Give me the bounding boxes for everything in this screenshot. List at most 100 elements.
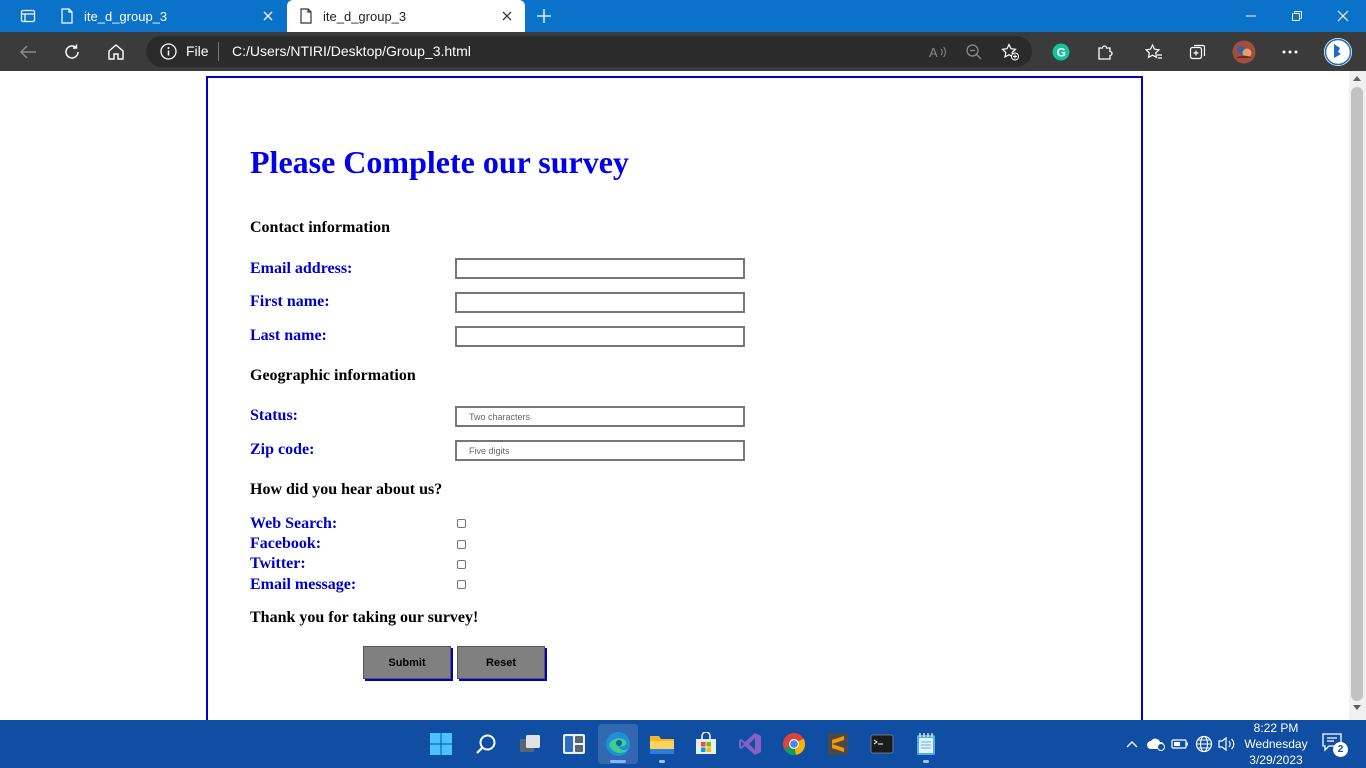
vertical-scrollbar[interactable] <box>1349 71 1366 720</box>
sublime-text-icon <box>828 733 848 755</box>
web-search-label: Web Search: <box>250 515 338 532</box>
favorites-icon <box>1145 43 1162 59</box>
page-title: Please Complete our survey <box>250 144 629 180</box>
network-tray-button[interactable] <box>1194 734 1214 754</box>
first-name-field[interactable] <box>455 292 745 313</box>
scroll-up-icon[interactable] <box>1353 75 1361 81</box>
search-button[interactable] <box>466 724 506 764</box>
info-icon[interactable] <box>160 43 177 60</box>
back-button[interactable] <box>12 36 44 68</box>
notepad-icon <box>917 733 935 755</box>
submit-button[interactable]: Submit <box>363 646 451 679</box>
speaker-icon <box>1218 736 1235 752</box>
grammarly-icon: G <box>1052 43 1070 61</box>
contact-section-heading: Contact information <box>250 219 390 236</box>
extensions-button[interactable] <box>1089 36 1121 68</box>
battery-tray-button[interactable] <box>1170 734 1190 754</box>
zip-code-field[interactable] <box>455 440 745 461</box>
cloud-icon <box>1147 738 1165 751</box>
restore-button[interactable] <box>1274 0 1320 32</box>
settings-more-button[interactable] <box>1274 36 1306 68</box>
address-bar[interactable]: File C:/Users/NTIRI/Desktop/Group_3.html… <box>146 36 1032 67</box>
widgets-button[interactable] <box>554 724 594 764</box>
status-label: Status: <box>250 407 299 424</box>
restore-icon <box>1292 11 1302 21</box>
last-name-field[interactable] <box>455 326 745 347</box>
profile-button[interactable] <box>1228 36 1260 68</box>
new-tab-button[interactable] <box>530 2 558 30</box>
email-label: Email address: <box>250 260 353 277</box>
close-tab-icon[interactable] <box>254 2 282 30</box>
clock-day: Wednesday <box>1244 737 1308 751</box>
show-hidden-icons-button[interactable] <box>1122 734 1142 754</box>
scrollbar-thumb[interactable] <box>1351 87 1363 701</box>
start-button[interactable] <box>421 724 461 764</box>
tab-ite-d-group-3-active[interactable]: ite_d_group_3 <box>287 0 525 32</box>
collections-button[interactable] <box>1182 36 1214 68</box>
close-window-button[interactable] <box>1320 0 1366 32</box>
chrome-button[interactable] <box>774 724 814 764</box>
chrome-icon <box>783 733 806 756</box>
tab-ite-d-group-3-inactive[interactable]: ite_d_group_3 <box>48 0 286 32</box>
microsoft-store-button[interactable] <box>686 724 726 764</box>
favorites-button[interactable] <box>1138 36 1170 68</box>
clock-date: 3/29/2023 <box>1249 753 1303 767</box>
running-indicator <box>659 760 665 763</box>
chevron-up-icon <box>1126 741 1138 748</box>
email-message-checkbox[interactable] <box>457 580 466 589</box>
terminal-button[interactable] <box>862 724 902 764</box>
twitter-checkbox[interactable] <box>457 560 466 569</box>
survey-form: Please Complete our survey Contact infor… <box>206 76 1143 720</box>
scroll-down-icon[interactable] <box>1353 705 1361 711</box>
arrow-left-icon <box>19 45 36 59</box>
home-button[interactable] <box>100 36 132 68</box>
more-icon <box>1282 50 1298 54</box>
email-field[interactable] <box>455 258 745 279</box>
geographic-section-heading: Geographic information <box>250 367 416 384</box>
tab-actions-button[interactable] <box>8 0 48 32</box>
edge-taskbar-button[interactable] <box>598 724 638 764</box>
email-message-label: Email message: <box>250 576 357 593</box>
add-favorite-icon[interactable] <box>998 40 1022 64</box>
store-icon <box>696 732 716 754</box>
refresh-button[interactable] <box>56 36 88 68</box>
collections-icon <box>1189 44 1206 60</box>
browser-toolbar: File C:/Users/NTIRI/Desktop/Group_3.html… <box>0 32 1366 71</box>
zoom-out-icon[interactable] <box>962 40 986 64</box>
terminal-icon <box>870 734 894 754</box>
home-icon <box>108 44 124 60</box>
plus-icon <box>537 9 551 23</box>
windows-logo-icon <box>430 733 452 755</box>
status-field[interactable] <box>455 406 745 427</box>
grammarly-extension-button[interactable]: G <box>1045 36 1077 68</box>
address-separator <box>218 42 219 61</box>
bing-icon <box>1324 38 1352 66</box>
web-search-checkbox[interactable] <box>457 519 466 528</box>
facebook-checkbox[interactable] <box>457 540 466 549</box>
minimize-icon <box>1246 15 1256 17</box>
sublime-text-button[interactable] <box>818 724 858 764</box>
twitter-label: Twitter: <box>250 555 306 572</box>
visual-studio-button[interactable] <box>730 724 770 764</box>
facebook-label: Facebook: <box>250 535 322 552</box>
url-text[interactable]: C:/Users/NTIRI/Desktop/Group_3.html <box>232 43 471 59</box>
notepad-button[interactable] <box>906 724 946 764</box>
bing-copilot-button[interactable] <box>1322 36 1354 68</box>
volume-tray-button[interactable] <box>1217 734 1237 754</box>
puzzle-icon <box>1098 45 1113 60</box>
close-tab-icon[interactable] <box>493 2 521 30</box>
task-view-button[interactable] <box>510 724 550 764</box>
scheme-label: File <box>186 43 209 59</box>
visual-studio-icon <box>739 733 761 755</box>
page-viewport: Please Complete our survey Contact infor… <box>0 71 1349 720</box>
system-clock[interactable]: 8:22 PM Wednesday 3/29/2023 <box>1240 720 1312 768</box>
read-aloud-icon[interactable]: A <box>926 40 950 64</box>
svg-text:A: A <box>929 45 938 60</box>
edge-icon <box>606 732 630 756</box>
minimize-button[interactable] <box>1228 0 1274 32</box>
onedrive-tray-button[interactable] <box>1146 734 1166 754</box>
folder-icon <box>650 736 674 754</box>
reset-button[interactable]: Reset <box>457 646 545 679</box>
file-explorer-button[interactable] <box>642 724 682 764</box>
notification-center-button[interactable]: 2 <box>1322 732 1348 757</box>
